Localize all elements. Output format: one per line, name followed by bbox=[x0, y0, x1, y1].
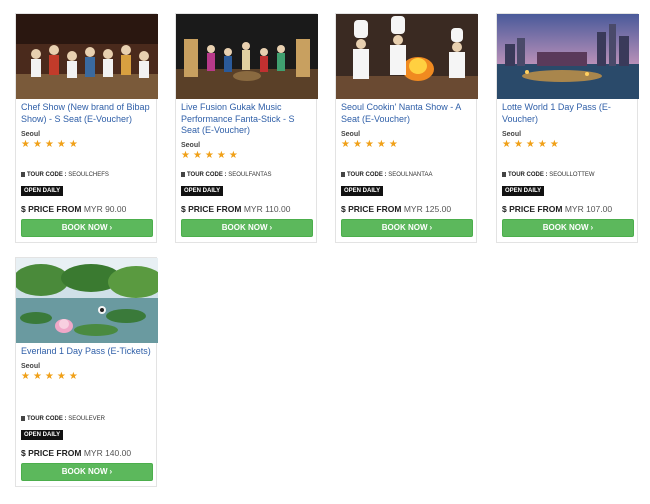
chefs-cooking-photo[interactable] bbox=[336, 14, 478, 99]
tour-card: Chef Show (New brand of Bibap Show) - S … bbox=[15, 13, 158, 243]
price-from-label: $ PRICE FROM bbox=[341, 204, 402, 214]
rating-stars: ★★★★★ bbox=[21, 139, 81, 150]
tour-title[interactable]: Seoul Cookin' Nanta Show - A Seat (E-Vou… bbox=[341, 102, 473, 125]
tour-code-label: TOUR CODE : bbox=[27, 416, 67, 422]
book-now-button[interactable]: BOOK NOW › bbox=[181, 219, 313, 237]
open-daily-badge: OPEN DAILY bbox=[341, 186, 384, 196]
open-daily-badge: OPEN DAILY bbox=[21, 186, 64, 196]
tour-card: Live Fusion Gukak Music Performance Fant… bbox=[175, 13, 318, 243]
stage-performance-photo[interactable] bbox=[16, 14, 158, 99]
tour-city: Seoul bbox=[21, 131, 41, 138]
tour-title[interactable]: Chef Show (New brand of Bibap Show) - S … bbox=[21, 102, 153, 125]
tour-code-label: TOUR CODE : bbox=[508, 172, 548, 178]
price-amount: MYR 110.00 bbox=[243, 204, 291, 214]
open-daily-badge: OPEN DAILY bbox=[502, 186, 545, 196]
tour-code: TOUR CODE : SEOULEVER bbox=[21, 416, 105, 422]
price-amount: MYR 140.00 bbox=[83, 448, 132, 458]
document-icon bbox=[21, 172, 25, 177]
price-amount: MYR 107.00 bbox=[564, 204, 613, 214]
chevron-right-icon: › bbox=[109, 467, 113, 476]
book-now-label: BOOK NOW bbox=[221, 223, 268, 232]
book-now-button[interactable]: BOOK NOW › bbox=[502, 219, 634, 237]
document-icon bbox=[341, 172, 345, 177]
tour-price: $ PRICE FROM MYR 107.00 bbox=[502, 204, 612, 214]
tour-code-value: SEOULEVER bbox=[68, 416, 105, 422]
rating-stars: ★★★★★ bbox=[502, 139, 562, 150]
night-city-lake-photo[interactable] bbox=[497, 14, 639, 99]
price-from-label: $ PRICE FROM bbox=[502, 204, 563, 214]
book-now-button[interactable]: BOOK NOW › bbox=[21, 219, 153, 237]
document-icon bbox=[21, 416, 25, 421]
tour-card: Seoul Cookin' Nanta Show - A Seat (E-Vou… bbox=[335, 13, 478, 243]
tour-price: $ PRICE FROM MYR 110.00 bbox=[181, 204, 290, 214]
tour-title[interactable]: Everland 1 Day Pass (E-Tickets) bbox=[21, 346, 153, 358]
tour-card: Lotte World 1 Day Pass (E-Voucher) Seoul… bbox=[496, 13, 639, 243]
tour-code: TOUR CODE : SEOULCHEFS bbox=[21, 172, 109, 178]
document-icon bbox=[181, 172, 185, 177]
tour-price: $ PRICE FROM MYR 90.00 bbox=[21, 204, 126, 214]
rating-stars: ★★★★★ bbox=[181, 150, 241, 161]
chevron-right-icon: › bbox=[590, 223, 594, 232]
open-daily-badge: OPEN DAILY bbox=[21, 430, 64, 440]
tour-code: TOUR CODE : SEOULFANTAS bbox=[181, 172, 271, 178]
book-now-label: BOOK NOW bbox=[61, 467, 108, 476]
tour-code-value: SEOULNANTAA bbox=[388, 172, 433, 178]
tour-code-value: SEOULLOTTEW bbox=[549, 172, 595, 178]
rating-stars: ★★★★★ bbox=[21, 371, 81, 382]
rating-stars: ★★★★★ bbox=[341, 139, 401, 150]
book-now-label: BOOK NOW bbox=[381, 223, 428, 232]
tour-code-value: SEOULCHEFS bbox=[68, 172, 109, 178]
tour-city: Seoul bbox=[502, 131, 522, 138]
book-now-label: BOOK NOW bbox=[61, 223, 108, 232]
tour-code: TOUR CODE : SEOULNANTAA bbox=[341, 172, 432, 178]
price-from-label: $ PRICE FROM bbox=[181, 204, 242, 214]
chevron-right-icon: › bbox=[269, 223, 273, 232]
tour-code-label: TOUR CODE : bbox=[347, 172, 387, 178]
chevron-right-icon: › bbox=[109, 223, 113, 232]
price-amount: MYR 90.00 bbox=[83, 204, 127, 214]
tour-price: $ PRICE FROM MYR 125.00 bbox=[341, 204, 451, 214]
tour-title[interactable]: Live Fusion Gukak Music Performance Fant… bbox=[181, 102, 313, 137]
tour-code: TOUR CODE : SEOULLOTTEW bbox=[502, 172, 595, 178]
tour-city: Seoul bbox=[341, 131, 361, 138]
open-daily-badge: OPEN DAILY bbox=[181, 186, 224, 196]
tour-grid: Chef Show (New brand of Bibap Show) - S … bbox=[0, 0, 650, 504]
lotus-garden-photo[interactable] bbox=[16, 258, 158, 343]
tour-card: Everland 1 Day Pass (E-Tickets) Seoul ★★… bbox=[15, 257, 158, 487]
tour-code-label: TOUR CODE : bbox=[187, 172, 227, 178]
price-from-label: $ PRICE FROM bbox=[21, 204, 82, 214]
music-stage-photo[interactable] bbox=[176, 14, 318, 99]
book-now-label: BOOK NOW bbox=[542, 223, 589, 232]
tour-city: Seoul bbox=[21, 363, 41, 370]
tour-title[interactable]: Lotte World 1 Day Pass (E-Voucher) bbox=[502, 102, 634, 125]
chevron-right-icon: › bbox=[429, 223, 433, 232]
book-now-button[interactable]: BOOK NOW › bbox=[341, 219, 473, 237]
book-now-button[interactable]: BOOK NOW › bbox=[21, 463, 153, 481]
tour-code-value: SEOULFANTAS bbox=[228, 172, 272, 178]
price-amount: MYR 125.00 bbox=[403, 204, 452, 214]
tour-code-label: TOUR CODE : bbox=[27, 172, 67, 178]
tour-city: Seoul bbox=[181, 142, 201, 149]
tour-price: $ PRICE FROM MYR 140.00 bbox=[21, 448, 131, 458]
document-icon bbox=[502, 172, 506, 177]
price-from-label: $ PRICE FROM bbox=[21, 448, 82, 458]
